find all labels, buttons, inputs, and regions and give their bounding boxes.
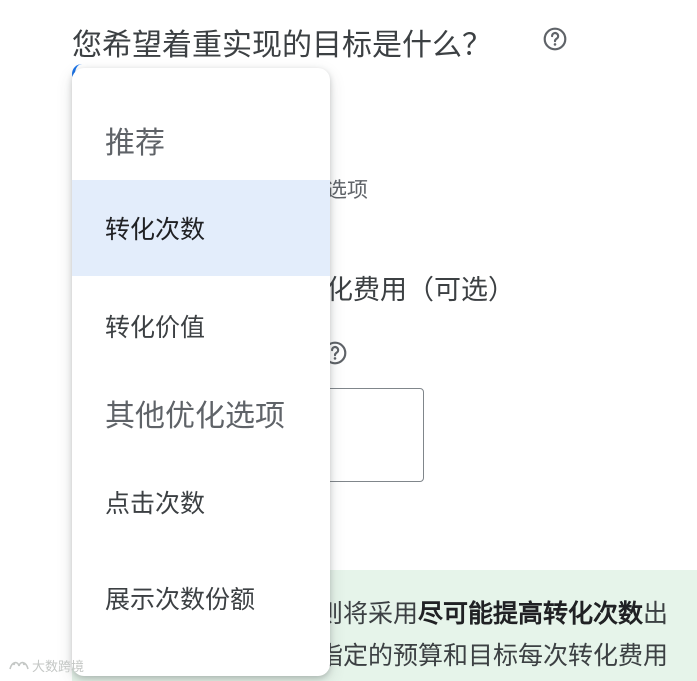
watermark-logo-icon — [9, 661, 29, 669]
menu-group-header-recommended: 推荐 — [105, 126, 165, 161]
menu-group-header-other: 其他优化选项 — [105, 399, 285, 434]
bidding-goal-dropdown-menu: 推荐 转化次数 转化价值 其他优化选项 点击次数 展示次数份额 — [72, 68, 330, 676]
menu-item-clicks[interactable]: 点击次数 — [72, 454, 330, 550]
page: 您希望着重实现的目标是什么？ 选项 化费用（可选） 则将采用尽可能提高转化次数出… — [0, 0, 697, 681]
menu-item-impression-share[interactable]: 展示次数份额 — [72, 550, 330, 646]
help-circle-icon[interactable] — [542, 26, 568, 52]
page-title: 您希望着重实现的目标是什么？ — [72, 28, 492, 63]
menu-item-conversion-value[interactable]: 转化价值 — [72, 278, 330, 374]
menu-item-conversions[interactable]: 转化次数 — [72, 180, 330, 276]
watermark: 大数跨境 — [8, 656, 84, 675]
